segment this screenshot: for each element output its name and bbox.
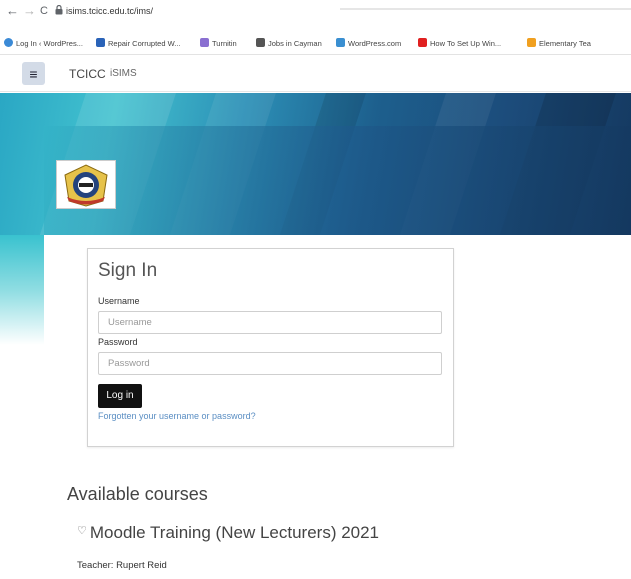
username-input[interactable]: Username [98,311,442,334]
bookmark-icon [527,38,536,47]
signin-title: Sign In [98,260,158,281]
person-icon [256,38,265,47]
bookmark-item[interactable]: Turnitin [200,38,237,50]
course-icon: ♡ [77,525,87,537]
site-name[interactable]: iSIMS [110,68,137,79]
forgot-password-link[interactable]: Forgotten your username or password? [98,411,256,421]
lock-icon [55,5,63,15]
bookmark-item[interactable]: WordPress.com [336,38,401,50]
menu-toggle-button[interactable]: ≡ [22,62,45,85]
bookmark-item[interactable]: How To Set Up Win... [418,38,501,50]
site-brand[interactable]: TCICC [69,67,106,81]
password-input[interactable]: Password [98,352,442,375]
college-logo [56,160,116,209]
wordpress-icon [4,38,13,47]
forward-arrow-icon[interactable]: → [23,3,36,19]
side-accent [0,235,44,345]
reload-icon[interactable]: C [40,3,48,19]
crest-icon [64,164,108,207]
youtube-icon [418,38,427,47]
bookmarks-bar: Log In ‹ WordPres... Repair Corrupted W.… [0,35,631,55]
hamburger-icon: ≡ [29,65,38,82]
course-link[interactable]: ♡ Moodle Training (New Lecturers) 2021 [77,523,379,543]
available-courses-heading: Available courses [67,484,208,504]
course-teacher: Teacher: Rupert Reid [77,560,167,571]
banner-overlay [44,126,631,235]
site-navbar: ≡ TCICC iSIMS [0,56,631,92]
bookmark-item[interactable]: Jobs in Cayman [256,38,322,50]
username-label: Username [98,296,140,306]
wordpress-com-icon [336,38,345,47]
bookmark-item[interactable]: Elementary Tea [527,38,591,50]
login-button[interactable]: Log in [98,384,142,408]
bookmark-item[interactable]: Log In ‹ WordPres... [4,38,83,50]
address-bar[interactable]: isims.tcicc.edu.tc/ims/ [66,3,153,19]
password-label: Password [98,337,138,347]
document-icon [96,38,105,47]
tab-strip [340,8,631,10]
bookmark-item[interactable]: Repair Corrupted W... [96,38,181,50]
back-arrow-icon[interactable]: ← [6,3,19,19]
login-card: Sign In Username Username Password Passw… [87,248,454,447]
turnitin-icon [200,38,209,47]
browser-toolbar: ← → C isims.tcicc.edu.tc/ims/ [0,0,631,34]
